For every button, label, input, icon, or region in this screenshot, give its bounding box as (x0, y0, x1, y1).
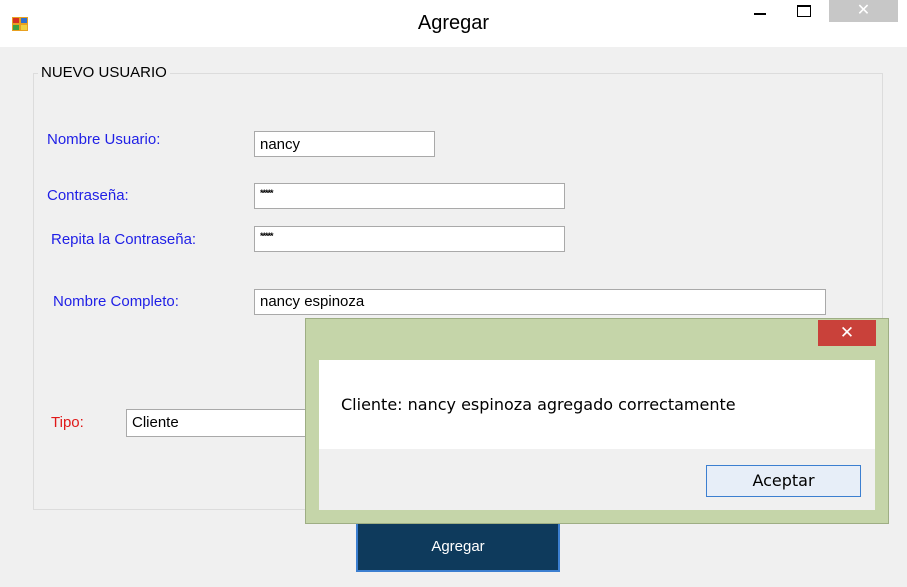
password-input[interactable]: ***** (254, 183, 565, 209)
username-input[interactable]: nancy (254, 131, 435, 157)
fullname-label: Nombre Completo: (53, 293, 179, 310)
dialog-message: Cliente: nancy espinoza agregado correct… (341, 395, 736, 414)
agregar-button[interactable]: Agregar (356, 522, 560, 572)
maximize-button[interactable] (783, 0, 827, 22)
close-icon: ✕ (856, 2, 871, 19)
type-select[interactable]: Cliente (126, 409, 316, 437)
repeat-password-input[interactable]: ***** (254, 226, 565, 252)
repeat-password-label: Repita la Contraseña: (51, 231, 197, 248)
username-label: Nombre Usuario: (47, 131, 161, 148)
close-icon: ✕ (839, 323, 855, 342)
fullname-input[interactable]: nancy espinoza (254, 289, 826, 315)
close-button[interactable]: ✕ (829, 0, 898, 22)
type-label: Tipo: (51, 414, 84, 431)
maximize-icon (797, 5, 811, 17)
groupbox-title: NUEVO USUARIO (38, 64, 170, 81)
title-bar[interactable]: Agregar ✕ (0, 0, 907, 47)
dialog-close-button[interactable]: ✕ (818, 320, 876, 346)
minimize-icon (754, 13, 766, 15)
minimize-button[interactable] (738, 0, 782, 22)
aceptar-button[interactable]: Aceptar (706, 465, 861, 497)
main-window: Agregar ✕ NUEVO USUARIO Nombre Usuario: … (0, 0, 907, 587)
password-label: Contraseña: (47, 187, 129, 204)
